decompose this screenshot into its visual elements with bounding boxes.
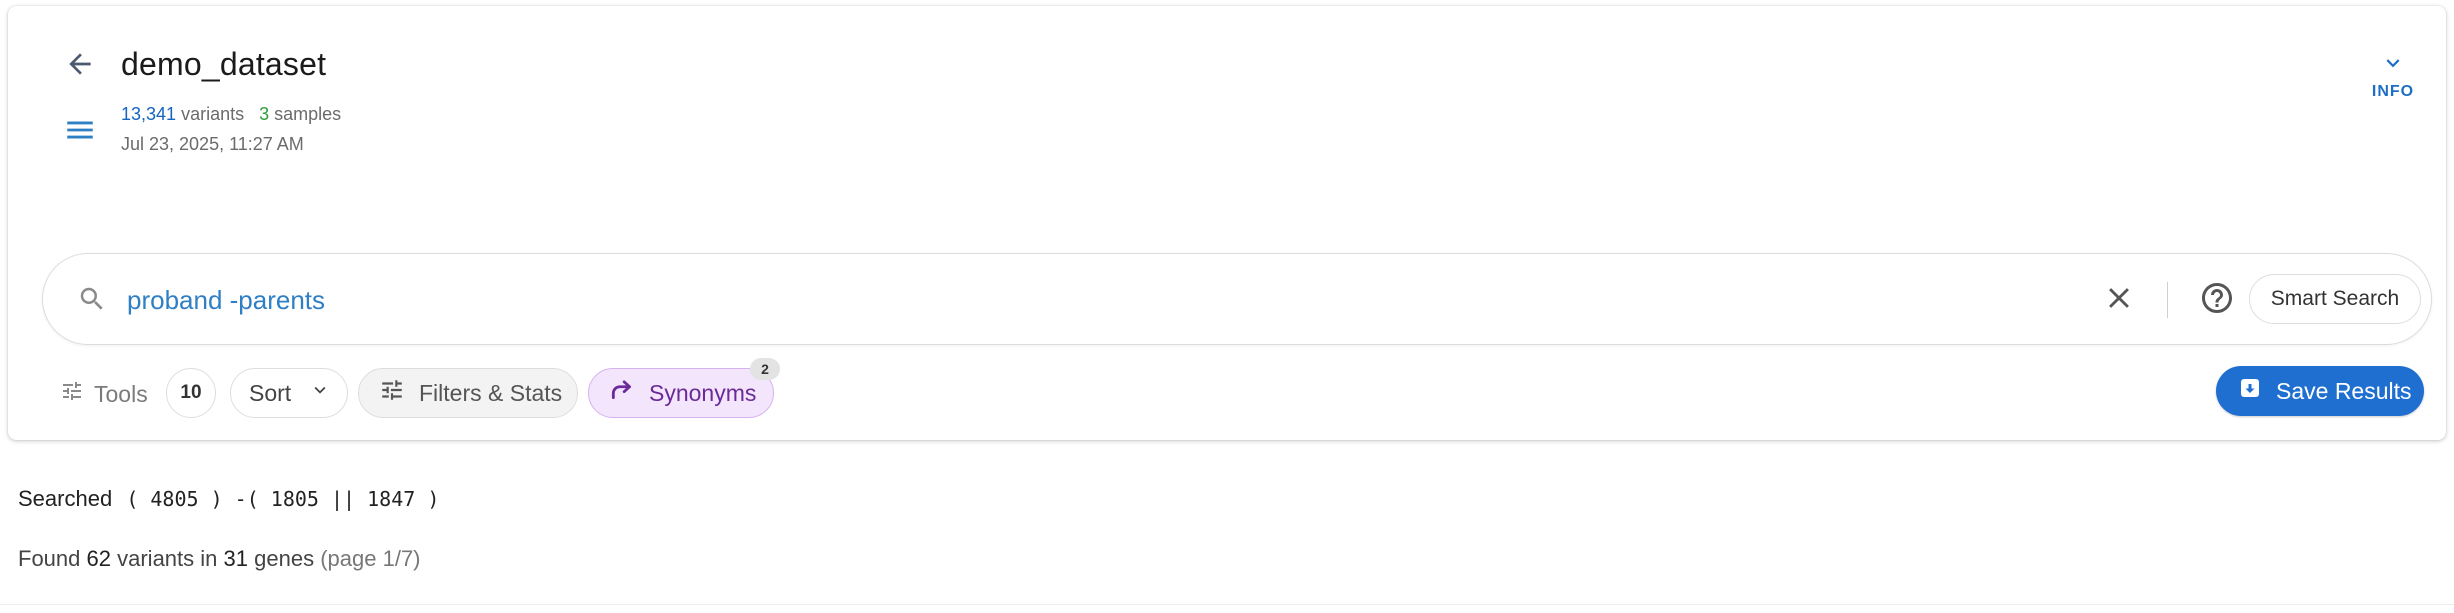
chevron-down-icon: [2380, 50, 2406, 81]
synonyms-count-badge: 2: [750, 358, 780, 380]
filters-stats-button[interactable]: Filters & Stats: [358, 368, 578, 418]
toolbar: Tools 10 Sort Filters & Stats Synonyms 2: [8, 358, 2446, 422]
dataset-counts: 13,341 variants 3 samples: [121, 104, 341, 125]
samples-label: samples: [274, 104, 342, 124]
search-divider: [2167, 282, 2168, 318]
searched-query-line: Searched ( 4805 ) -( 1805 || 1847 ): [18, 486, 439, 512]
section-divider: [0, 604, 2454, 605]
synonyms-button[interactable]: Synonyms: [588, 368, 774, 418]
info-toggle-button[interactable]: INFO: [2358, 50, 2428, 110]
close-icon: [2102, 281, 2136, 320]
arrow-left-icon: [64, 48, 96, 85]
variants-label: variants: [181, 104, 245, 124]
synonyms-label: Synonyms: [649, 379, 757, 406]
tools-label: Tools: [94, 380, 148, 407]
found-genes-label: genes: [254, 546, 315, 571]
searched-label: Searched: [18, 486, 113, 511]
clear-search-button[interactable]: [2095, 276, 2143, 324]
menu-button[interactable]: [50, 102, 110, 162]
filters-stats-label: Filters & Stats: [419, 379, 563, 406]
save-results-label: Save Results: [2276, 377, 2412, 404]
results-summary: Found 62 variants in 31 genes (page 1/7): [18, 546, 421, 572]
tune-icon: [60, 379, 84, 409]
tools-button[interactable]: Tools: [60, 374, 148, 414]
search-icon: [77, 284, 107, 319]
dataset-date: Jul 23, 2025, 11:27 AM: [121, 134, 304, 154]
save-icon: [2238, 376, 2262, 406]
redirect-arrow-icon: [609, 377, 635, 409]
info-label: INFO: [2371, 83, 2415, 100]
found-genes-count: 31: [223, 546, 249, 571]
dataset-header-card: demo_dataset 13,341 variants 3 samples J…: [8, 6, 2446, 440]
smart-search-button[interactable]: Smart Search: [2249, 274, 2421, 324]
save-results-button[interactable]: Save Results: [2216, 366, 2424, 416]
help-circle-icon: [2199, 280, 2235, 321]
samples-count: 3: [259, 104, 270, 124]
found-variants-label: variants in: [117, 546, 218, 571]
found-prefix: Found: [18, 546, 81, 571]
search-input[interactable]: [127, 272, 2027, 328]
tune-icon: [379, 377, 405, 409]
results-count-chip[interactable]: 10: [166, 368, 216, 418]
sort-dropdown[interactable]: Sort: [230, 368, 348, 418]
searched-query: ( 4805 ) -( 1805 || 1847 ): [126, 487, 440, 511]
found-variants-count: 62: [86, 546, 111, 571]
hamburger-menu-icon: [63, 113, 97, 152]
sort-label: Sort: [249, 379, 292, 406]
back-button[interactable]: [50, 36, 110, 96]
help-button[interactable]: [2193, 276, 2241, 324]
page-indicator: (page 1/7): [320, 546, 421, 571]
chevron-down-icon: [309, 379, 331, 407]
dataset-title: demo_dataset: [121, 46, 327, 82]
search-bar: Smart Search: [42, 253, 2432, 345]
variants-count: 13,341: [121, 104, 177, 124]
